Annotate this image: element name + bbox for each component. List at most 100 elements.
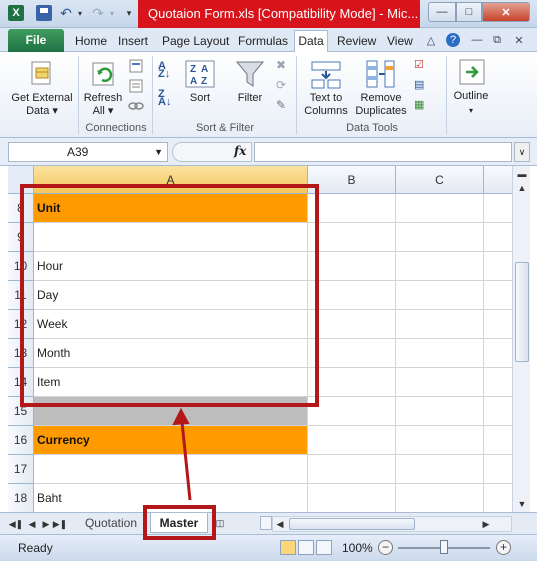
tab-formulas[interactable]: Formulas [238,31,288,51]
workbook-minimize-icon[interactable]: — [470,33,484,47]
redo-icon[interactable]: ↷ [90,5,106,21]
get-external-data-label[interactable]: Get External Data ▾ [4,92,80,118]
refresh-all-icon[interactable] [88,58,120,90]
cell[interactable] [484,368,512,397]
expand-formula-bar-icon[interactable]: ∨ [514,142,530,162]
outline-dropdown-icon[interactable]: ▾ [448,104,494,117]
formula-input[interactable] [254,142,512,162]
cell[interactable] [396,455,484,484]
scroll-right-icon[interactable]: ▶ [479,516,493,532]
zoom-level[interactable]: 100% [342,541,373,555]
tab-file[interactable]: File [8,29,64,52]
tab-page-layout[interactable]: Page Layout [162,31,229,51]
horizontal-scrollbar[interactable]: ◀ ▶ [272,516,512,532]
cell[interactable] [308,397,396,426]
undo-icon[interactable]: ↶ [58,5,74,21]
row-header[interactable]: 18 [8,484,34,512]
get-external-data-icon[interactable] [26,58,58,90]
row-header[interactable]: 17 [8,455,34,484]
zoom-slider-thumb[interactable] [440,540,448,554]
cell[interactable] [308,310,396,339]
tab-split-handle[interactable] [260,516,272,530]
filter-button[interactable]: Filter [228,92,272,105]
column-header-b[interactable]: B [308,166,396,194]
maximize-button[interactable]: □ [456,2,482,22]
tab-data[interactable]: Data [294,30,328,52]
cell[interactable] [396,310,484,339]
scroll-left-icon[interactable]: ◀ [273,516,287,532]
cell-a[interactable]: Currency [34,426,308,455]
cell[interactable] [396,252,484,281]
close-button[interactable]: ✕ [482,2,530,22]
next-sheet-icon[interactable]: ▶ [40,517,52,531]
consolidate-icon[interactable]: ▤ [414,78,430,94]
name-box[interactable]: A39 ▼ [8,142,168,162]
vertical-scrollbar[interactable]: ▬ ▲ ▼ [512,166,530,512]
help-icon[interactable]: ? [446,33,460,47]
minimize-ribbon-icon[interactable]: △ [424,33,438,47]
minimize-button[interactable]: — [428,2,456,22]
cell[interactable] [484,310,512,339]
remove-duplicates-label[interactable]: Remove Duplicates [350,92,412,118]
tab-home[interactable]: Home [75,31,107,51]
text-to-columns-icon[interactable] [310,58,342,90]
cell[interactable] [308,223,396,252]
edit-links-icon[interactable] [128,98,144,114]
cell[interactable] [308,426,396,455]
excel-logo-icon[interactable]: X [8,5,24,21]
what-if-analysis-icon[interactable]: ▦ [414,98,430,114]
cell[interactable] [308,194,396,223]
cell[interactable] [308,339,396,368]
text-to-columns-label[interactable]: Text to Columns [300,92,352,118]
cell[interactable] [484,223,512,252]
cell[interactable] [308,368,396,397]
last-sheet-icon[interactable]: ▶❚ [53,517,67,531]
connections-icon[interactable] [128,58,144,74]
cell[interactable] [308,455,396,484]
tab-insert[interactable]: Insert [118,31,148,51]
refresh-all-label[interactable]: Refresh All ▾ [80,92,126,118]
cell[interactable] [308,281,396,310]
sort-dialog-icon[interactable]: Z A A Z [184,58,216,90]
horizontal-scroll-thumb[interactable] [289,518,415,530]
cell[interactable] [484,397,512,426]
tab-review[interactable]: Review [337,31,376,51]
advanced-filter-icon[interactable]: ✎ [276,98,292,114]
scroll-down-icon[interactable]: ▼ [514,496,530,512]
properties-icon[interactable] [128,78,144,94]
tab-view[interactable]: View [387,31,413,51]
column-header-d[interactable] [484,166,512,194]
customize-qat-icon[interactable]: ▾ [124,5,134,21]
clear-filter-icon[interactable]: ✖ [276,58,292,74]
page-break-view-icon[interactable] [316,540,332,555]
first-sheet-icon[interactable]: ◀❚ [9,517,23,531]
sheet-tab-quotation[interactable]: Quotation [74,513,148,533]
data-validation-icon[interactable]: ☑ [414,58,430,74]
cell[interactable] [308,484,396,512]
reapply-filter-icon[interactable]: ⟳ [276,78,292,94]
cell[interactable] [396,281,484,310]
sort-button[interactable]: Sort [180,92,220,105]
prev-sheet-icon[interactable]: ◀ [26,517,38,531]
cell[interactable] [396,194,484,223]
vertical-scroll-thumb[interactable] [515,262,529,362]
normal-view-icon[interactable] [280,540,296,555]
cell[interactable] [396,484,484,512]
zoom-in-button[interactable]: + [496,540,511,555]
save-icon[interactable] [36,5,52,21]
cell[interactable] [396,426,484,455]
zoom-out-button[interactable]: − [378,540,393,555]
cell[interactable] [484,339,512,368]
cell[interactable] [484,484,512,512]
scroll-up-icon[interactable]: ▲ [514,180,530,196]
cell[interactable] [484,194,512,223]
cell[interactable] [396,339,484,368]
cell[interactable] [484,455,512,484]
cell-a[interactable] [34,455,308,484]
cell[interactable] [396,223,484,252]
sort-a-to-z-icon[interactable]: A Z↓ [158,61,174,80]
name-box-dropdown-icon[interactable]: ▼ [154,143,163,161]
sort-z-to-a-icon[interactable]: Z A↓ [158,89,174,108]
undo-dropdown-icon[interactable]: ▾ [76,5,84,21]
cell[interactable] [484,426,512,455]
